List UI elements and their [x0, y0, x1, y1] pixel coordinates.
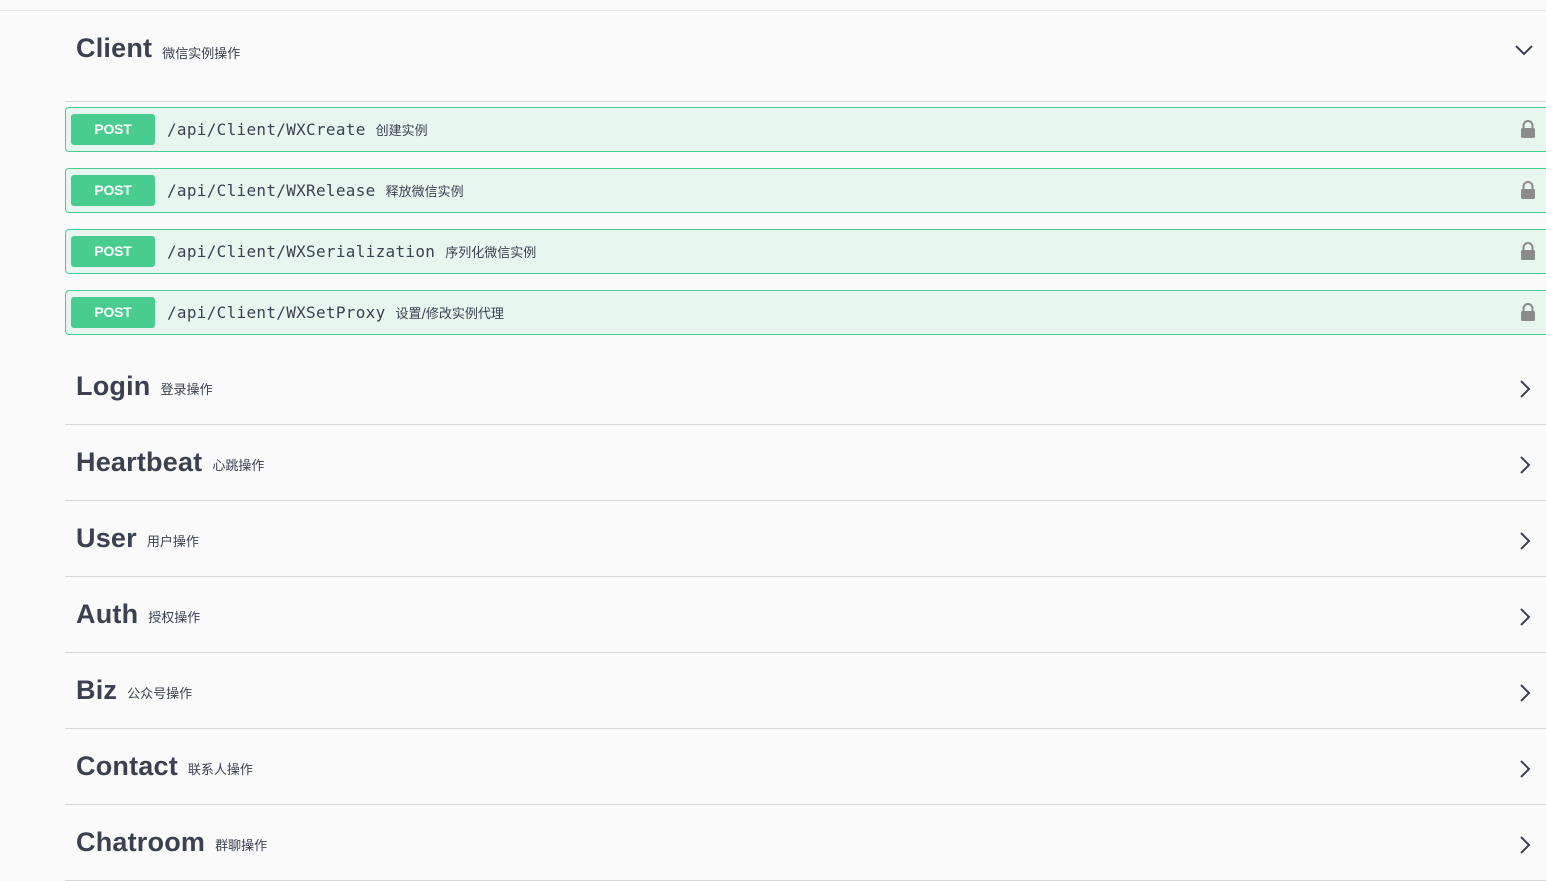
- chevron-right-icon[interactable]: [1518, 835, 1532, 854]
- operation-summary: 设置/修改实例代理: [395, 307, 504, 322]
- operations-list: POST /api/Client/WXCreate 创建实例 POST /api…: [65, 102, 1546, 349]
- chevron-right-icon[interactable]: [1518, 531, 1532, 550]
- tag-name: User: [76, 523, 137, 553]
- operation-path: /api/Client/WXCreate: [167, 120, 366, 139]
- tag-name: Login: [76, 371, 151, 401]
- tag-section-user: User 用户操作: [65, 501, 1546, 577]
- tag-name: Heartbeat: [76, 447, 203, 477]
- chevron-right-icon[interactable]: [1518, 759, 1532, 778]
- tag-header-chatroom[interactable]: Chatroom 群聊操作: [65, 805, 1546, 881]
- tag-name: Auth: [76, 599, 139, 629]
- tag-section-contact: Contact 联系人操作: [65, 729, 1546, 805]
- lock-icon[interactable]: [1520, 242, 1536, 261]
- tag-name: Contact: [76, 751, 178, 781]
- lock-icon[interactable]: [1520, 303, 1536, 322]
- tag-description: 联系人操作: [187, 763, 253, 778]
- tag-section-biz: Biz 公众号操作: [65, 653, 1546, 729]
- tag-description: 群聊操作: [215, 839, 268, 854]
- operation-wxrelease[interactable]: POST /api/Client/WXRelease 释放微信实例: [65, 168, 1546, 213]
- tag-section-auth: Auth 授权操作: [65, 577, 1546, 653]
- operation-wxserialization[interactable]: POST /api/Client/WXSerialization 序列化微信实例: [65, 229, 1546, 274]
- tag-header-user[interactable]: User 用户操作: [65, 501, 1546, 577]
- tag-description: 用户操作: [146, 535, 199, 550]
- operation-summary: 序列化微信实例: [445, 246, 537, 261]
- tag-header-contact[interactable]: Contact 联系人操作: [65, 729, 1546, 805]
- operation-wxsetproxy[interactable]: POST /api/Client/WXSetProxy 设置/修改实例代理: [65, 290, 1546, 335]
- tag-description: 公众号操作: [127, 687, 193, 702]
- tag-description: 登录操作: [160, 383, 213, 398]
- tag-header-client[interactable]: Client 微信实例操作: [65, 11, 1546, 102]
- tag-section-login: Login 登录操作: [65, 349, 1546, 425]
- tag-section-chatroom: Chatroom 群聊操作: [65, 805, 1546, 881]
- tag-section-heartbeat: Heartbeat 心跳操作: [65, 425, 1546, 501]
- operation-path: /api/Client/WXSerialization: [167, 242, 436, 261]
- chevron-right-icon[interactable]: [1518, 455, 1532, 474]
- operation-summary: 创建实例: [375, 124, 428, 139]
- method-badge: POST: [71, 114, 155, 145]
- api-tag-list: Client 微信实例操作 POST /api/Client/WXCreate …: [65, 11, 1546, 881]
- tag-description: 心跳操作: [212, 459, 265, 474]
- lock-icon[interactable]: [1520, 181, 1536, 200]
- chevron-down-icon[interactable]: [1514, 43, 1533, 57]
- tag-description: 授权操作: [148, 611, 201, 626]
- operation-summary: 释放微信实例: [385, 185, 464, 200]
- tag-description: 微信实例操作: [162, 47, 241, 62]
- tag-header-login[interactable]: Login 登录操作: [65, 349, 1546, 425]
- operation-path: /api/Client/WXSetProxy: [167, 303, 386, 322]
- chevron-right-icon[interactable]: [1518, 379, 1532, 398]
- tag-header-biz[interactable]: Biz 公众号操作: [65, 653, 1546, 729]
- operation-path: /api/Client/WXRelease: [167, 181, 376, 200]
- method-badge: POST: [71, 175, 155, 206]
- tag-name: Chatroom: [76, 827, 206, 857]
- method-badge: POST: [71, 297, 155, 328]
- operation-wxcreate[interactable]: POST /api/Client/WXCreate 创建实例: [65, 107, 1546, 152]
- lock-icon[interactable]: [1520, 120, 1536, 139]
- top-divider: [0, 0, 1546, 11]
- chevron-right-icon[interactable]: [1518, 683, 1532, 702]
- chevron-right-icon[interactable]: [1518, 607, 1532, 626]
- tag-name: Biz: [76, 675, 118, 705]
- tag-section-client: Client 微信实例操作 POST /api/Client/WXCreate …: [65, 11, 1546, 349]
- tag-header-auth[interactable]: Auth 授权操作: [65, 577, 1546, 653]
- tag-name: Client: [76, 33, 153, 63]
- tag-header-heartbeat[interactable]: Heartbeat 心跳操作: [65, 425, 1546, 501]
- method-badge: POST: [71, 236, 155, 267]
